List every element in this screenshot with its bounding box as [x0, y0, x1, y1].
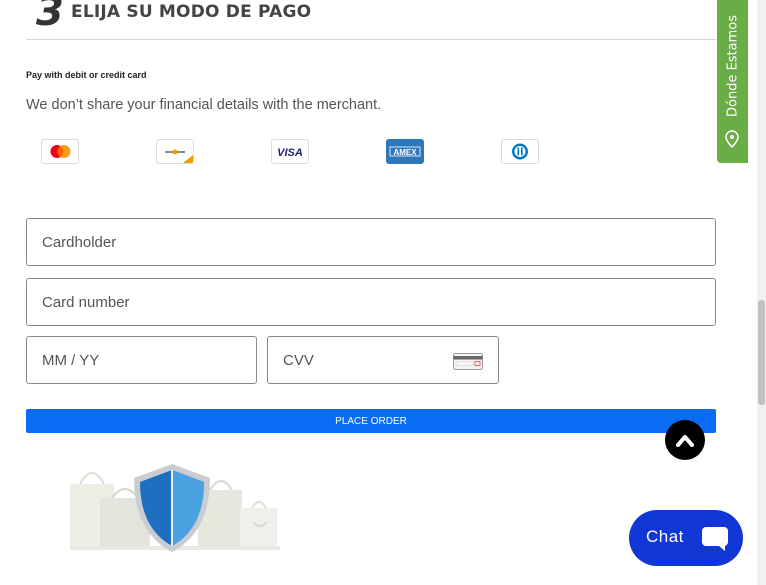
visa-logo: VISA: [271, 139, 309, 164]
expiry-input[interactable]: [27, 337, 256, 383]
step-header: 3 ELIJA SU MODO DE PAGO: [26, 0, 716, 40]
scroll-to-top-button[interactable]: [665, 420, 705, 460]
expiry-field[interactable]: [26, 336, 257, 384]
privacy-note: We don’t share your financial details wi…: [26, 97, 382, 113]
donde-estamos-tab[interactable]: Dónde Estamos: [717, 0, 748, 163]
map-pin-icon: [724, 130, 740, 153]
cardholder-field[interactable]: [26, 218, 716, 266]
secure-shopping-illustration: [70, 462, 280, 559]
step-number: 3: [36, 0, 64, 35]
visa-logo-text: VISA: [277, 147, 303, 159]
page-scrollbar[interactable]: [757, 0, 766, 585]
cvv-field[interactable]: [267, 336, 499, 384]
card-number-field[interactable]: [26, 278, 716, 326]
amex-logo: AMEX: [386, 139, 424, 164]
cardholder-input[interactable]: [27, 219, 715, 265]
donde-estamos-label: Dónde Estamos: [725, 14, 740, 118]
pay-with-card-label: Pay with debit or credit card: [26, 70, 147, 80]
chat-bubble-icon: [701, 524, 729, 557]
chat-label: Chat: [646, 527, 684, 546]
scrollbar-thumb[interactable]: [758, 300, 765, 405]
maestro-logo: [156, 139, 194, 164]
amex-logo-text: AMEX: [393, 148, 417, 157]
card-back-icon: [453, 353, 483, 375]
chevron-up-icon: [676, 435, 694, 447]
chat-button[interactable]: Chat: [629, 510, 743, 566]
step-title: ELIJA SU MODO DE PAGO: [71, 2, 312, 22]
card-number-input[interactable]: [27, 279, 715, 325]
diners-club-logo: [501, 139, 539, 164]
place-order-button[interactable]: PLACE ORDER: [26, 409, 716, 433]
mastercard-logo: [41, 139, 79, 164]
